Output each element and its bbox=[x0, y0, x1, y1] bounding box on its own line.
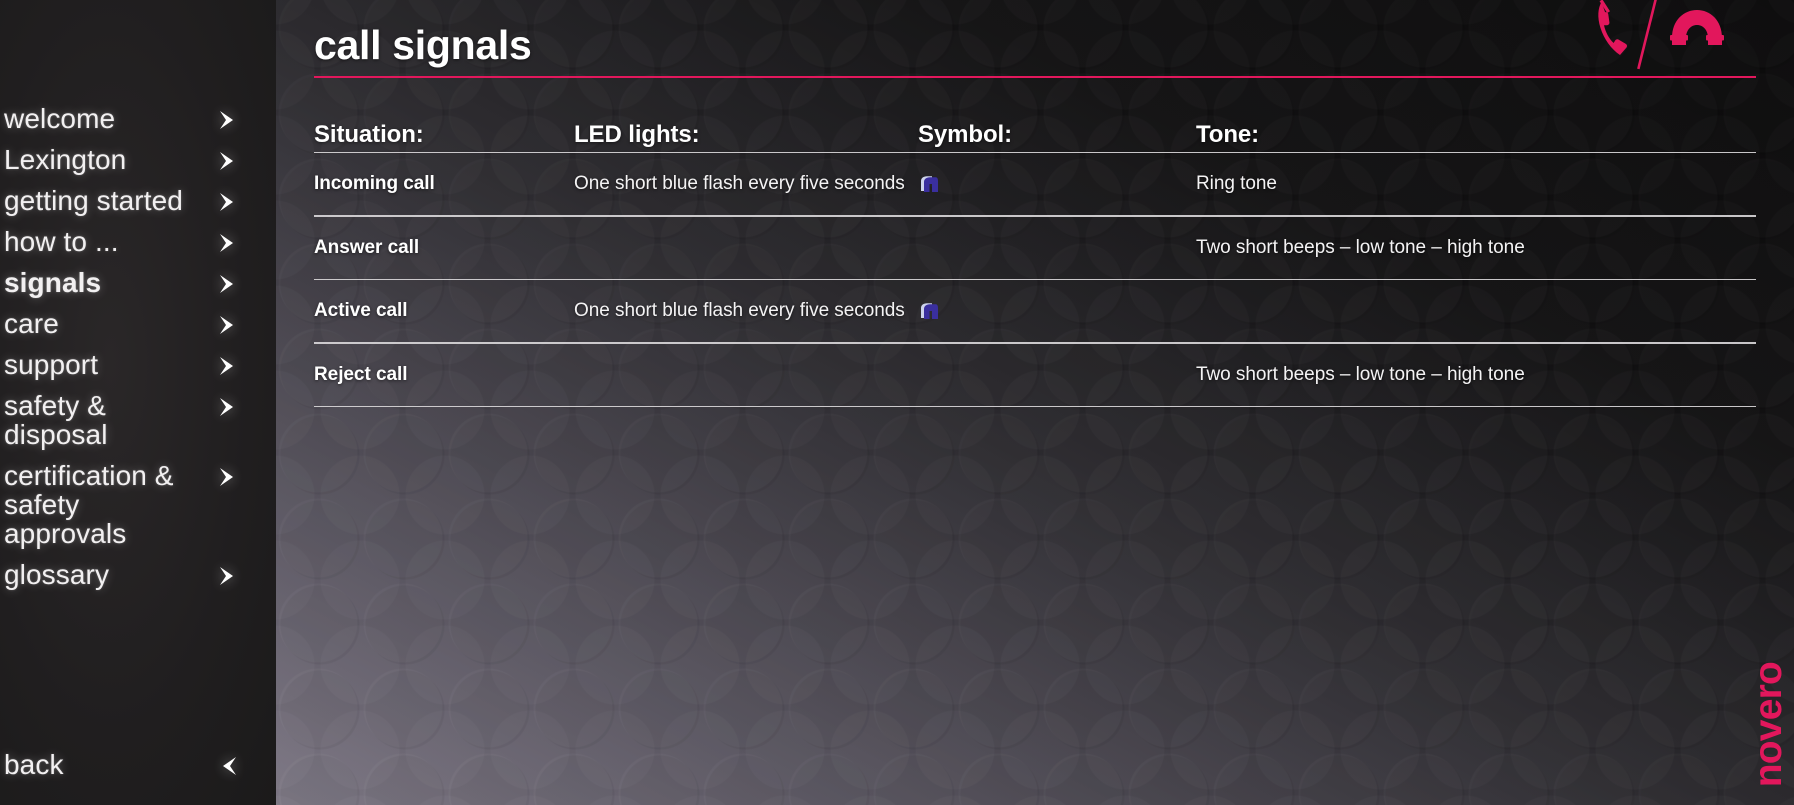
brand-name: novero bbox=[1747, 661, 1790, 787]
column-header-symbol: Symbol: bbox=[918, 121, 1012, 148]
chevron-right-icon bbox=[216, 354, 240, 383]
sidebar-item-label: welcome bbox=[4, 103, 116, 134]
chevron-left-icon bbox=[216, 754, 240, 783]
cell-tone: Two short beeps – low tone – high tone bbox=[1196, 363, 1525, 385]
content-area: call signals Situation: LED lights: Symb… bbox=[276, 0, 1794, 805]
back-button[interactable]: back bbox=[0, 750, 276, 779]
call-signal-icons bbox=[1586, 0, 1756, 70]
sidebar-item-label: getting started bbox=[4, 185, 183, 216]
cell-situation: Incoming call bbox=[314, 173, 435, 195]
chevron-right-icon bbox=[216, 272, 240, 301]
sidebar-item-safety-disposal[interactable]: safety & disposal bbox=[0, 391, 276, 449]
table-row: Active call One short blue flash every f… bbox=[314, 280, 1756, 342]
sidebar-item-label: how to ... bbox=[4, 226, 119, 257]
sidebar-item-how-to[interactable]: how to ... bbox=[0, 227, 276, 256]
chevron-right-icon bbox=[216, 108, 240, 137]
chevron-right-icon bbox=[216, 231, 240, 260]
chevron-right-icon bbox=[216, 564, 240, 593]
sidebar-item-label: glossary bbox=[4, 559, 110, 590]
title-underline-rule bbox=[314, 76, 1756, 78]
sidebar-item-support[interactable]: support bbox=[0, 350, 276, 379]
page-title: call signals bbox=[314, 22, 532, 68]
blue-led-icon bbox=[918, 175, 940, 193]
sidebar-item-label: care bbox=[4, 308, 59, 339]
sidebar-item-welcome[interactable]: welcome bbox=[0, 104, 276, 133]
sidebar-item-label: Lexington bbox=[4, 144, 127, 175]
sidebar-menu: welcome Lexington getting started how to… bbox=[0, 104, 276, 601]
sidebar-item-lexington[interactable]: Lexington bbox=[0, 145, 276, 174]
sidebar-item-glossary[interactable]: glossary bbox=[0, 560, 276, 589]
sidebar-item-signals[interactable]: signals bbox=[0, 268, 276, 297]
column-header-tone: Tone: bbox=[1196, 121, 1260, 148]
column-header-situation: Situation: bbox=[314, 121, 424, 148]
table-row: Incoming call One short blue flash every… bbox=[314, 153, 1756, 215]
phone-handset-icon bbox=[1598, 0, 1628, 55]
cell-situation: Active call bbox=[314, 300, 408, 322]
sidebar-item-label: certification & safety approvals bbox=[4, 460, 174, 549]
sidebar-item-label: support bbox=[4, 349, 99, 380]
sidebar-item-care[interactable]: care bbox=[0, 309, 276, 338]
cell-led-lights: One short blue flash every five seconds bbox=[574, 173, 905, 195]
phone-hangup-icon bbox=[1670, 10, 1724, 45]
sidebar-navigation: welcome Lexington getting started how to… bbox=[0, 0, 276, 805]
call-signals-table: Situation: LED lights: Symbol: Tone: Inc… bbox=[314, 100, 1756, 407]
sidebar-item-getting-started[interactable]: getting started bbox=[0, 186, 276, 215]
cell-symbol bbox=[918, 344, 1196, 406]
table-row: Answer call Two short beeps – low tone –… bbox=[314, 217, 1756, 279]
manual-page: welcome Lexington getting started how to… bbox=[0, 0, 1794, 805]
chevron-right-icon bbox=[216, 190, 240, 219]
blue-led-icon bbox=[918, 302, 940, 320]
sidebar-item-label: safety & disposal bbox=[4, 390, 108, 450]
table-header-row: Situation: LED lights: Symbol: Tone: bbox=[314, 100, 1756, 152]
cell-situation: Reject call bbox=[314, 363, 408, 385]
table-row: Reject call Two short beeps – low tone –… bbox=[314, 344, 1756, 406]
chevron-right-icon bbox=[216, 313, 240, 342]
back-button-label: back bbox=[4, 749, 64, 780]
brand-logo: novero bbox=[1747, 661, 1790, 787]
sidebar-item-label: signals bbox=[4, 267, 102, 298]
chevron-right-icon bbox=[216, 149, 240, 178]
slash-divider-icon bbox=[1637, 0, 1658, 70]
cell-symbol bbox=[918, 217, 1196, 279]
cell-tone: Ring tone bbox=[1196, 173, 1277, 195]
table-divider bbox=[314, 405, 1756, 407]
cell-led-lights: One short blue flash every five seconds bbox=[574, 300, 905, 322]
chevron-right-icon bbox=[216, 395, 240, 424]
chevron-right-icon bbox=[216, 465, 240, 494]
cell-tone: Two short beeps – low tone – high tone bbox=[1196, 236, 1525, 258]
sidebar-item-certification-safety-approvals[interactable]: certification & safety approvals bbox=[0, 461, 276, 548]
cell-situation: Answer call bbox=[314, 236, 420, 258]
column-header-led-lights: LED lights: bbox=[574, 121, 700, 148]
